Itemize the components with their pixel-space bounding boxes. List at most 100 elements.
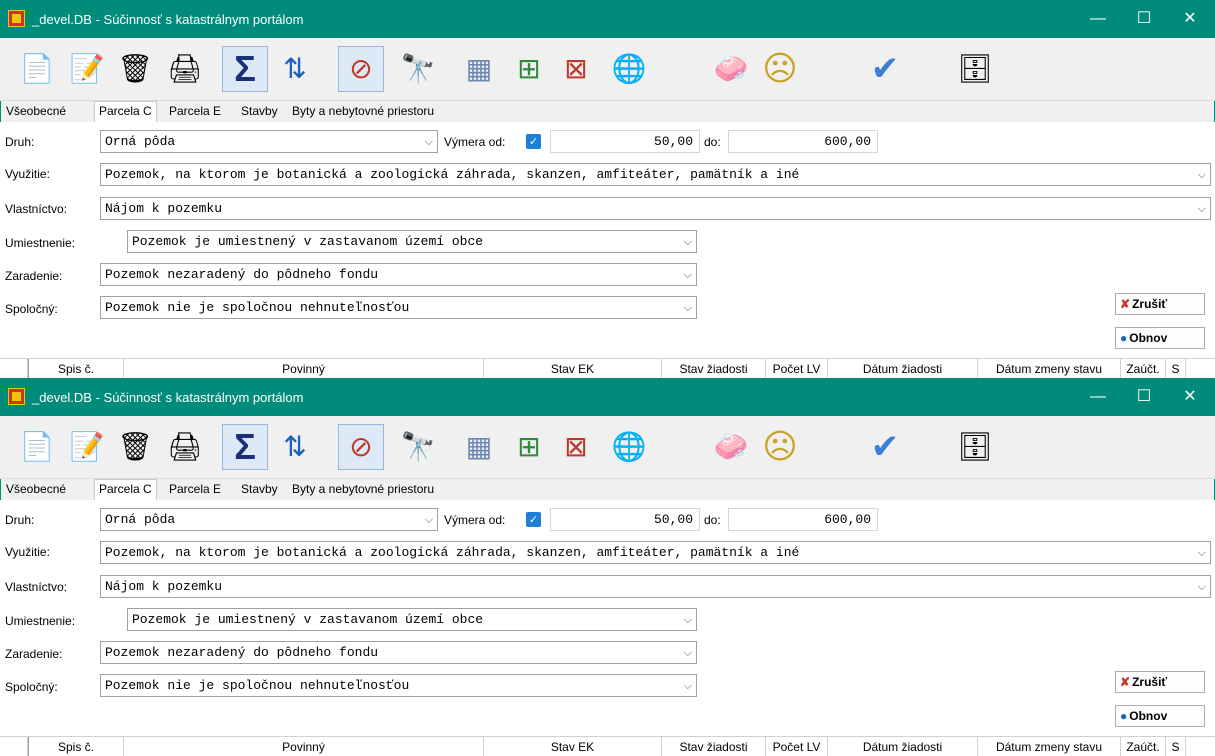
confirm-button[interactable]: ✔ — [862, 424, 908, 470]
tab-vseobecne[interactable]: Všeobecné — [2, 480, 70, 499]
umiestnenie-select[interactable]: Pozemok je umiestnený v zastavanom území… — [127, 230, 697, 253]
tab-stavby[interactable]: Stavby — [237, 480, 282, 499]
tab-parcela-e[interactable]: Parcela E — [165, 102, 225, 121]
print-button[interactable]: 🖨 — [162, 424, 208, 470]
column-header[interactable]: Stav EK — [484, 737, 662, 756]
zaradenie-select[interactable]: Pozemok nezaradený do pôdneho fondu ⌵ — [100, 263, 697, 286]
cancel-button[interactable]: ✘ Zrušiť — [1115, 671, 1205, 693]
sort-button[interactable]: ⇅ — [272, 46, 318, 92]
close-button[interactable]: ✕ — [1167, 0, 1213, 38]
sum-icon: Σ — [234, 48, 256, 89]
cancel-label: Zrušiť — [1132, 675, 1168, 689]
druh-select[interactable]: Orná pôda ⌵ — [100, 508, 438, 531]
title-bar[interactable]: _devel.DB - Súčinnosť s katastrálnym por… — [0, 0, 1215, 38]
database-button[interactable]: 🗄 — [952, 424, 998, 470]
add-row-button[interactable]: ⊞ — [506, 424, 552, 470]
minimize-button[interactable]: — — [1075, 378, 1121, 416]
delete-doc-button[interactable]: 🗑 — [112, 424, 158, 470]
grid-button[interactable]: ▦ — [456, 46, 502, 92]
clear-filter-button[interactable]: ⊘ — [338, 46, 384, 92]
tab-stavby[interactable]: Stavby — [237, 102, 282, 121]
refresh-button[interactable]: 🌐 — [606, 424, 652, 470]
column-header[interactable]: Stav žiadosti — [662, 359, 766, 378]
vymera-do-input[interactable]: 600,00 — [728, 130, 878, 153]
refresh-data-button[interactable]: ● Obnov — [1115, 327, 1205, 349]
column-header[interactable]: Spis č. — [28, 737, 124, 756]
print-icon: 🖨 — [167, 431, 203, 462]
print-button[interactable]: 🖨 — [162, 46, 208, 92]
cancel-button[interactable]: ✘ Zrušiť — [1115, 293, 1205, 315]
delete-row-button[interactable]: ⊠ — [553, 424, 599, 470]
column-header[interactable]: Zaúčt. — [1121, 359, 1166, 378]
new-doc-button[interactable]: 📄 — [14, 424, 60, 470]
grid-button[interactable]: ▦ — [456, 424, 502, 470]
minimize-button[interactable]: — — [1075, 0, 1121, 38]
column-header[interactable]: Stav žiadosti — [662, 737, 766, 756]
application-window: _devel.DB - Súčinnosť s katastrálnym por… — [0, 378, 1215, 756]
refresh-button[interactable]: 🌐 — [606, 46, 652, 92]
vymera-od-input[interactable]: 50,00 — [550, 508, 700, 531]
tab-bar: Všeobecné Parcela C Parcela E Stavby Byt… — [0, 101, 1215, 123]
add-row-icon: ⊞ — [517, 53, 541, 84]
vlastnictvo-select[interactable]: Nájom k pozemku ⌵ — [100, 197, 1211, 220]
column-header[interactable]: Povinný — [124, 737, 484, 756]
column-header[interactable]: S — [1166, 359, 1186, 378]
vlastnictvo-select[interactable]: Nájom k pozemku ⌵ — [100, 575, 1211, 598]
vyuzitie-select[interactable]: Pozemok, na ktorom je botanická a zoolog… — [100, 541, 1211, 564]
error-button[interactable]: ☹ — [757, 424, 803, 470]
vymera-od-input[interactable]: 50,00 — [550, 130, 700, 153]
tab-byty[interactable]: Byty a nebytovné priestoru — [288, 102, 438, 121]
clean-button[interactable]: 🧼 — [708, 46, 754, 92]
vyuzitie-value: Pozemok, na ktorom je botanická a zoolog… — [105, 167, 800, 182]
vymera-checkbox[interactable]: ✓ — [526, 134, 541, 149]
druh-select[interactable]: Orná pôda ⌵ — [100, 130, 438, 153]
maximize-button[interactable]: ☐ — [1121, 378, 1167, 416]
tab-parcela-c[interactable]: Parcela C — [94, 479, 157, 501]
confirm-button[interactable]: ✔ — [862, 46, 908, 92]
column-header[interactable]: Dátum žiadosti — [828, 737, 978, 756]
column-header[interactable]: Dátum zmeny stavu — [978, 359, 1121, 378]
edit-doc-button[interactable]: 📝 — [64, 46, 110, 92]
column-header[interactable]: Dátum zmeny stavu — [978, 737, 1121, 756]
error-button[interactable]: ☹ — [757, 46, 803, 92]
grid-header: Spis č. Povinný Stav EK Stav žiadosti Po… — [0, 736, 1215, 756]
delete-row-button[interactable]: ⊠ — [553, 46, 599, 92]
column-header[interactable]: S — [1166, 737, 1186, 756]
refresh-data-button[interactable]: ● Obnov — [1115, 705, 1205, 727]
delete-doc-button[interactable]: 🗑 — [112, 46, 158, 92]
vymera-checkbox[interactable]: ✓ — [526, 512, 541, 527]
clear-filter-button[interactable]: ⊘ — [338, 424, 384, 470]
tab-parcela-e[interactable]: Parcela E — [165, 480, 225, 499]
database-button[interactable]: 🗄 — [952, 46, 998, 92]
column-header[interactable]: Povinný — [124, 359, 484, 378]
sum-button[interactable]: Σ — [222, 424, 268, 470]
column-header[interactable]: Dátum žiadosti — [828, 359, 978, 378]
vymera-do-input[interactable]: 600,00 — [728, 508, 878, 531]
vlastnictvo-label: Vlastníctvo: — [5, 202, 68, 216]
maximize-button[interactable]: ☐ — [1121, 0, 1167, 38]
column-header[interactable]: Zaúčt. — [1121, 737, 1166, 756]
close-button[interactable]: ✕ — [1167, 378, 1213, 416]
grid-icon: ▦ — [465, 431, 493, 462]
sort-button[interactable]: ⇅ — [272, 424, 318, 470]
tab-vseobecne[interactable]: Všeobecné — [2, 102, 70, 121]
column-header[interactable]: Počet LV — [766, 737, 828, 756]
search-button[interactable]: 🔭 — [395, 424, 441, 470]
search-button[interactable]: 🔭 — [395, 46, 441, 92]
new-doc-button[interactable]: 📄 — [14, 46, 60, 92]
spolocny-select[interactable]: Pozemok nie je spoločnou nehnuteľnosťou ⌵ — [100, 296, 697, 319]
column-header[interactable]: Spis č. — [28, 359, 124, 378]
tab-parcela-c[interactable]: Parcela C — [94, 101, 157, 123]
clean-button[interactable]: 🧼 — [708, 424, 754, 470]
tab-byty[interactable]: Byty a nebytovné priestoru — [288, 480, 438, 499]
sum-button[interactable]: Σ — [222, 46, 268, 92]
umiestnenie-select[interactable]: Pozemok je umiestnený v zastavanom území… — [127, 608, 697, 631]
title-bar[interactable]: _devel.DB - Súčinnosť s katastrálnym por… — [0, 378, 1215, 416]
zaradenie-select[interactable]: Pozemok nezaradený do pôdneho fondu ⌵ — [100, 641, 697, 664]
column-header[interactable]: Stav EK — [484, 359, 662, 378]
add-row-button[interactable]: ⊞ — [506, 46, 552, 92]
spolocny-select[interactable]: Pozemok nie je spoločnou nehnuteľnosťou ⌵ — [100, 674, 697, 697]
column-header[interactable]: Počet LV — [766, 359, 828, 378]
vyuzitie-select[interactable]: Pozemok, na ktorom je botanická a zoolog… — [100, 163, 1211, 186]
edit-doc-button[interactable]: 📝 — [64, 424, 110, 470]
